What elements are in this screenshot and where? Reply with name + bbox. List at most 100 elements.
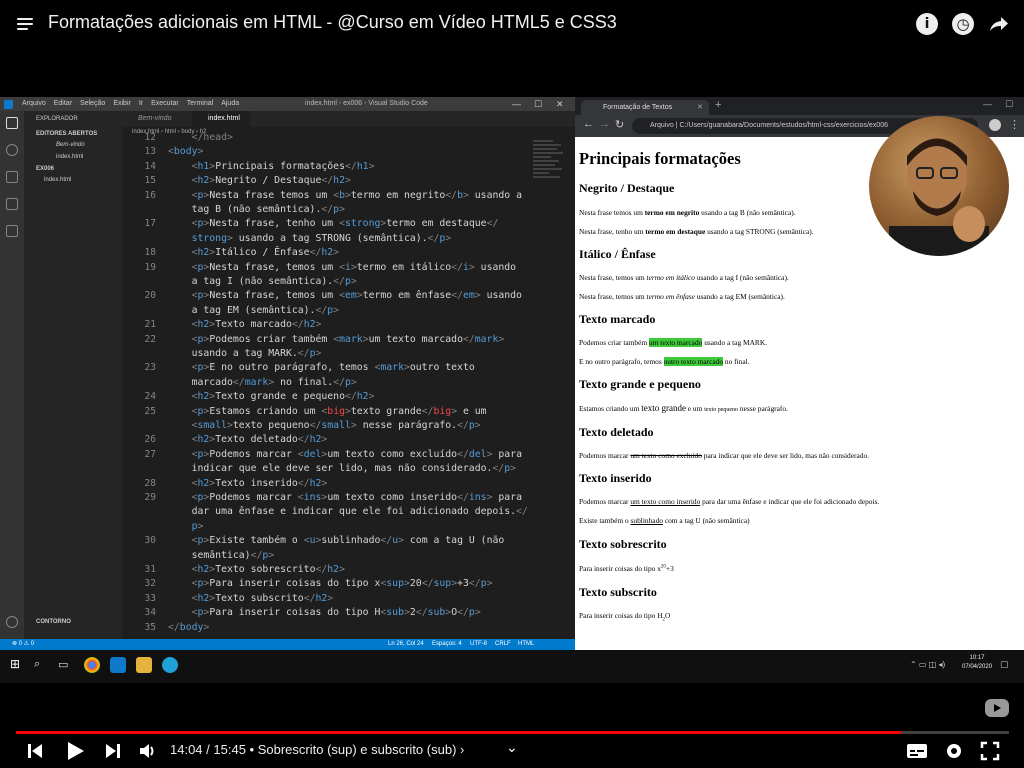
indentation[interactable]: Espaços: 4: [432, 639, 462, 650]
next-icon[interactable]: [104, 742, 122, 760]
chrome-maximize-icon[interactable]: ☐: [1005, 99, 1013, 110]
menu-terminal[interactable]: Terminal: [187, 100, 213, 107]
source-control-icon[interactable]: [6, 171, 18, 183]
taskbar-search-icon[interactable]: ⌕: [34, 658, 40, 671]
cursor-position[interactable]: Ln 26, Col 24: [388, 639, 424, 650]
profile-avatar[interactable]: [989, 119, 1001, 131]
menu-editar[interactable]: Editar: [54, 100, 72, 107]
code-line[interactable]: <h2>Texto sobrescrito</h2>: [168, 564, 345, 575]
time-display[interactable]: 14:04 / 15:45 • Sobrescrito (sup) e subs…: [170, 742, 464, 757]
tab-index-html[interactable]: index.html: [192, 111, 250, 127]
code-line[interactable]: <h2>Negrito / Destaque</h2>: [168, 175, 351, 186]
run-debug-icon[interactable]: [6, 198, 18, 210]
progress-bar[interactable]: [16, 731, 1009, 734]
code-line[interactable]: <h1>Principais formatações</h1>: [168, 161, 375, 172]
code-line[interactable]: <small>texto pequeno</small> nesse parág…: [168, 420, 481, 431]
code-line[interactable]: <p>E no outro parágrafo, temos <mark>out…: [168, 362, 475, 373]
file-explorer-taskbar-icon[interactable]: [136, 657, 152, 673]
info-icon[interactable]: i: [916, 13, 938, 35]
close-icon[interactable]: ✕: [556, 97, 564, 111]
code-line[interactable]: a tag I (não semântica).</p>: [168, 276, 357, 287]
code-line[interactable]: <p>Estamos criando um <big>texto grande<…: [168, 406, 487, 417]
chrome-minimize-icon[interactable]: —: [983, 99, 992, 109]
play-icon[interactable]: [64, 740, 86, 762]
problems-count[interactable]: ⊗ 0 ⚠ 0: [12, 639, 34, 650]
code-line[interactable]: semântica)</p>: [168, 550, 275, 561]
volume-icon[interactable]: [138, 741, 158, 761]
new-tab-icon[interactable]: +: [715, 99, 721, 111]
files-icon[interactable]: [6, 117, 18, 129]
end-of-line[interactable]: CRLF: [495, 639, 511, 650]
chrome-menu-icon[interactable]: ⋮: [1009, 118, 1020, 131]
code-line[interactable]: <p>Podemos marcar <del>um texto como exc…: [168, 449, 522, 460]
code-line[interactable]: <h2>Texto subscrito</h2>: [168, 593, 334, 604]
code-line[interactable]: dar uma ênfase e indicar que ele foi adi…: [168, 506, 528, 517]
channel-watermark-icon[interactable]: [984, 698, 1010, 718]
menu-executar[interactable]: Executar: [151, 100, 179, 107]
edge-taskbar-icon[interactable]: [162, 657, 178, 673]
code-line[interactable]: <p>Existe também o <u>sublinhado</u> com…: [168, 535, 505, 546]
back-icon[interactable]: ←: [583, 118, 594, 130]
file-index-html[interactable]: index.html: [44, 177, 71, 183]
encoding[interactable]: UTF-8: [470, 639, 487, 650]
open-editor-index[interactable]: index.html: [56, 154, 83, 160]
code-line[interactable]: <p>Podemos marcar <ins>um texto como ins…: [168, 492, 522, 503]
code-line[interactable]: <p>Para inserir coisas do tipo H<sub>2</…: [168, 607, 481, 618]
tab-bem-vindo[interactable]: Bem-vindo: [122, 111, 192, 127]
windows-start-icon[interactable]: ⊞: [10, 657, 20, 671]
reload-icon[interactable]: ↻: [615, 118, 624, 131]
chrome-tab[interactable]: Formatação de Textos ✕: [581, 100, 709, 115]
video-title[interactable]: Formatações adicionais em HTML - @Curso …: [48, 12, 617, 33]
menu-ajuda[interactable]: Ajuda: [221, 100, 239, 107]
watch-later-icon[interactable]: ◷: [952, 13, 974, 35]
code-line[interactable]: <p>Podemos criar também <mark>um texto m…: [168, 334, 505, 345]
code-line[interactable]: <p>Para inserir coisas do tipo x<sup>20<…: [168, 578, 493, 589]
settings-icon[interactable]: [944, 741, 964, 761]
code-line[interactable]: strong> usando a tag STRONG (semântica).…: [168, 233, 452, 244]
open-editor-welcome[interactable]: Bem-vindo: [56, 142, 85, 148]
code-line[interactable]: <p>Nesta frase, temos um <i>termo em itá…: [168, 262, 516, 273]
code-line[interactable]: </head>: [168, 132, 233, 143]
extensions-icon[interactable]: [6, 225, 18, 237]
menu-selecao[interactable]: Seleção: [80, 100, 105, 107]
settings-gear-icon[interactable]: [6, 616, 18, 628]
previous-icon[interactable]: [26, 742, 44, 760]
code-line[interactable]: a tag EM (semântica).</p>: [168, 305, 340, 316]
code-line[interactable]: <body>: [168, 146, 203, 157]
code-line[interactable]: indicar que ele deve ser lido, mas não c…: [168, 463, 516, 474]
clock[interactable]: 10:17 07/04/2020: [962, 654, 992, 672]
code-editor[interactable]: </head> <body> <h1>Principais formatações…: [168, 132, 528, 639]
chapter-dropdown-icon[interactable]: ⌄: [506, 739, 518, 756]
task-view-icon[interactable]: ▭: [58, 658, 68, 671]
playlist-menu-icon[interactable]: [17, 16, 37, 34]
fullscreen-icon[interactable]: [980, 741, 1000, 761]
folder-ex006[interactable]: EX006: [36, 166, 54, 172]
code-line[interactable]: <h2>Itálico / Ênfase</h2>: [168, 247, 339, 258]
menu-exibir[interactable]: Exibir: [113, 100, 131, 107]
open-editors-header[interactable]: EDITORES ABERTOS: [36, 131, 97, 137]
code-line[interactable]: <p>Nesta frase temos um <b>termo em negr…: [168, 190, 522, 201]
code-line[interactable]: <h2>Texto inserido</h2>: [168, 478, 328, 489]
code-line[interactable]: <h2>Texto grande e pequeno</h2>: [168, 391, 375, 402]
code-line[interactable]: marcado</mark> no final.</p>: [168, 377, 357, 388]
forward-icon[interactable]: →: [599, 118, 610, 130]
search-icon[interactable]: [6, 144, 18, 156]
code-line[interactable]: tag B (não semântica).</p>: [168, 204, 345, 215]
code-line[interactable]: <p>Nesta frase, tenho um <strong>termo e…: [168, 218, 499, 229]
code-line[interactable]: <h2>Texto marcado</h2>: [168, 319, 322, 330]
vscode-taskbar-icon[interactable]: [110, 657, 126, 673]
menu-ir[interactable]: Ir: [139, 100, 143, 107]
tab-close-icon[interactable]: ✕: [697, 100, 703, 115]
chrome-taskbar-icon[interactable]: [84, 657, 100, 673]
code-line[interactable]: <p>Nesta frase, temos um <em>termo em ên…: [168, 290, 522, 301]
code-line[interactable]: <h2>Texto deletado</h2>: [168, 434, 328, 445]
language-mode[interactable]: HTML: [518, 639, 534, 650]
share-icon[interactable]: [987, 12, 1011, 36]
code-line[interactable]: p>: [168, 521, 204, 532]
notifications-icon[interactable]: ▢: [1000, 659, 1009, 670]
system-tray-icons[interactable]: ⌃ ▭ ◫ ◂): [910, 660, 945, 669]
subtitles-icon[interactable]: [906, 742, 928, 760]
minimize-icon[interactable]: —: [512, 97, 521, 111]
minimap[interactable]: [533, 138, 565, 198]
maximize-icon[interactable]: ☐: [534, 97, 542, 111]
